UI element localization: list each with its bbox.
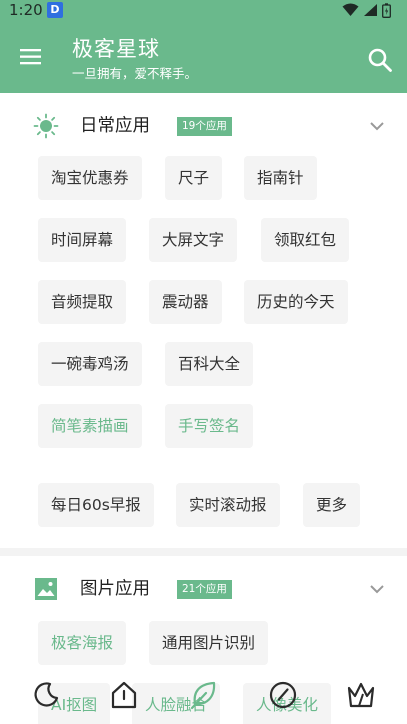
notification-app-icon: D bbox=[47, 2, 63, 18]
battery-icon bbox=[382, 2, 391, 18]
app-bar: 极客星球 一旦拥有，爱不释手。 bbox=[0, 20, 407, 93]
bottom-nav bbox=[0, 676, 407, 724]
chip-red-packet[interactable]: 领取红包 bbox=[261, 218, 350, 262]
crown-icon[interactable] bbox=[346, 680, 376, 710]
moon-icon[interactable] bbox=[31, 680, 61, 710]
chip-geek-poster[interactable]: 极客海报 bbox=[38, 621, 127, 665]
chip-compass[interactable]: 指南针 bbox=[244, 156, 317, 200]
search-icon[interactable] bbox=[367, 47, 393, 73]
chip-ruler[interactable]: 尺子 bbox=[165, 156, 223, 200]
section-header-daily: 日常应用 19个应用 bbox=[0, 103, 407, 147]
app-count-badge: 19个应用 bbox=[177, 117, 232, 136]
chip-big-text[interactable]: 大屏文字 bbox=[149, 218, 238, 262]
wifi-icon bbox=[342, 3, 359, 16]
chevron-down-icon[interactable] bbox=[368, 118, 386, 132]
chip-live-news[interactable]: 实时滚动报 bbox=[176, 483, 280, 527]
signal-icon bbox=[364, 4, 377, 16]
compass-icon[interactable] bbox=[268, 680, 298, 710]
hamburger-menu-icon[interactable] bbox=[18, 47, 44, 67]
leaf-icon[interactable] bbox=[189, 680, 219, 710]
chip-audio-extract[interactable]: 音频提取 bbox=[38, 280, 127, 324]
chip-daily-60s[interactable]: 每日60s早报 bbox=[38, 483, 154, 527]
chip-image-recognition[interactable]: 通用图片识别 bbox=[149, 621, 269, 665]
status-bar: 1:20 D bbox=[0, 0, 407, 20]
chip-time-screen[interactable]: 时间屏幕 bbox=[38, 218, 127, 262]
chip-chicken-soup[interactable]: 一碗毒鸡汤 bbox=[38, 342, 142, 386]
chevron-down-icon[interactable] bbox=[368, 581, 386, 595]
chip-taobao-coupon[interactable]: 淘宝优惠券 bbox=[38, 156, 142, 200]
chip-history-today[interactable]: 历史的今天 bbox=[244, 280, 348, 324]
section-title: 日常应用 bbox=[80, 116, 150, 136]
chip-sketch[interactable]: 简笔素描画 bbox=[38, 404, 142, 448]
app-title: 极客星球 bbox=[72, 37, 160, 61]
status-indicators bbox=[342, 2, 391, 18]
chip-more[interactable]: 更多 bbox=[303, 483, 361, 527]
chip-vibrator[interactable]: 震动器 bbox=[149, 280, 222, 324]
chip-encyclopedia[interactable]: 百科大全 bbox=[165, 342, 254, 386]
section-header-image: 图片应用 21个应用 bbox=[0, 566, 407, 610]
image-icon bbox=[33, 576, 59, 602]
section-divider bbox=[0, 548, 407, 556]
sun-icon bbox=[33, 113, 59, 139]
app-subtitle: 一旦拥有，爱不释手。 bbox=[72, 66, 198, 81]
app-count-badge: 21个应用 bbox=[177, 580, 232, 599]
section-title: 图片应用 bbox=[80, 579, 150, 599]
chip-signature[interactable]: 手写签名 bbox=[165, 404, 254, 448]
status-time: 1:20 bbox=[9, 1, 43, 19]
home-icon[interactable] bbox=[109, 680, 139, 710]
